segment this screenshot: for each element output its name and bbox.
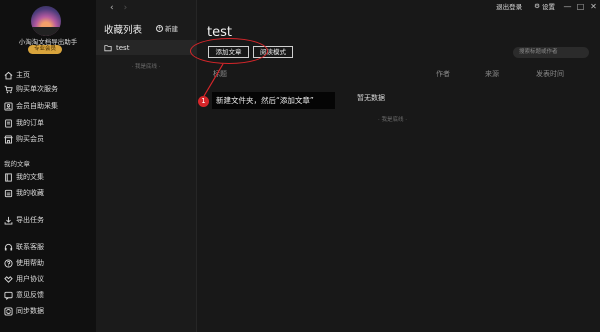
avatar[interactable] (31, 6, 61, 36)
settings-button[interactable]: ⚙ 设置 (528, 1, 561, 11)
folder-list-end: · 我是底线 · (131, 64, 161, 70)
sidebar-item-orders[interactable]: 我的订单 (4, 116, 44, 130)
help-icon (4, 258, 13, 268)
folder-item[interactable]: test (96, 40, 196, 55)
sidebar-item-buy-single[interactable]: 购买单次服务 (4, 82, 58, 96)
sidebar-item-label: 用户协议 (16, 275, 44, 283)
home-icon (4, 71, 13, 79)
annotation-number: 1 (198, 96, 209, 107)
sync-icon (4, 306, 13, 316)
new-folder-button[interactable]: + 新建 (156, 23, 178, 33)
sidebar-item-help[interactable]: 使用帮助 (4, 256, 44, 270)
folder-icon (104, 44, 112, 51)
annotation-text: 新建文件夹，然后“添加文章” (212, 92, 335, 109)
maximize-button[interactable]: □ (574, 2, 587, 11)
column-author[interactable]: 作者 (436, 69, 450, 79)
highlight-ellipse (190, 38, 268, 64)
feedback-icon (4, 291, 13, 300)
sidebar-item-user-agreement[interactable]: 用户协议 (4, 272, 44, 286)
sidebar-item-favorites[interactable]: 我的收藏 (4, 186, 44, 200)
sidebar-item-label: 意见反馈 (16, 291, 44, 299)
window-controls: 退出登录 ⚙ 设置 — □ ✕ (490, 0, 600, 12)
column-publish-time[interactable]: 发表时间 (536, 69, 564, 79)
sidebar-item-sync[interactable]: 同步数据 (4, 304, 44, 318)
bookmark-icon (4, 189, 13, 197)
sidebar-item-label: 会员自助采集 (16, 102, 58, 110)
headset-icon (4, 243, 13, 250)
new-folder-label: 新建 (165, 25, 178, 33)
minimize-button[interactable]: — (561, 2, 574, 11)
vip-badge: 专业会员 (28, 45, 62, 54)
settings-label: 设置 (542, 3, 555, 11)
sidebar-item-collections[interactable]: 我的文集 (4, 170, 44, 184)
column-source[interactable]: 来源 (485, 69, 499, 79)
table-header: 标题 作者 来源 发表时间 (207, 69, 592, 81)
section-my-articles: 我的文章 (4, 160, 30, 168)
folder-list-title: 收藏列表 (104, 25, 143, 36)
sidebar-item-label: 购买会员 (16, 135, 44, 143)
close-button[interactable]: ✕ (587, 2, 600, 11)
sidebar-item-buy-member[interactable]: 购买会员 (4, 132, 44, 146)
sidebar-item-label: 购买单次服务 (16, 85, 58, 93)
column-title[interactable]: 标题 (213, 69, 227, 79)
sidebar-item-label: 我的订单 (16, 119, 44, 127)
sidebar-item-label: 我的收藏 (16, 189, 44, 197)
book-icon (5, 172, 12, 182)
sidebar-item-export-tasks[interactable]: 导出任务 (4, 213, 44, 227)
sidebar-item-contact-support[interactable]: 联系客服 (4, 240, 44, 254)
sidebar-item-label: 联系客服 (16, 243, 44, 251)
search-input[interactable]: 搜索标题或作者 (513, 47, 589, 58)
order-icon (5, 118, 12, 128)
plus-icon: + (156, 24, 163, 32)
sidebar-item-member-collect[interactable]: 会员自助采集 (4, 99, 58, 113)
list-end: · 我是底线 · (378, 117, 407, 123)
cart-icon (4, 85, 13, 93)
user-icon (4, 101, 13, 111)
sidebar-item-label: 导出任务 (16, 216, 44, 224)
empty-state: 暂无数据 (357, 94, 385, 102)
back-arrow-icon[interactable]: ‹ (110, 3, 124, 13)
shop-icon (4, 134, 13, 144)
download-icon (4, 216, 13, 225)
sidebar-item-label: 主页 (16, 71, 30, 79)
sidebar-item-home[interactable]: 主页 (4, 68, 30, 82)
sidebar-item-label: 使用帮助 (16, 259, 44, 267)
history-nav: ‹› (110, 3, 137, 13)
folder-panel: ‹› 收藏列表 + 新建 test · 我是底线 · (96, 0, 197, 332)
logout-button[interactable]: 退出登录 (490, 1, 528, 11)
sidebar: 小淘淘文档导出助手 专业会员 主页 购买单次服务 会员自助采集 我的订单 购买会… (0, 0, 96, 332)
forward-arrow-icon[interactable]: › (124, 3, 138, 13)
sidebar-item-label: 同步数据 (16, 307, 44, 315)
agreement-icon (4, 275, 13, 283)
sidebar-item-feedback[interactable]: 意见反馈 (4, 288, 44, 302)
sidebar-item-label: 我的文集 (16, 173, 44, 181)
folder-item-label: test (116, 43, 130, 52)
settings-icon: ⚙ (534, 2, 540, 10)
